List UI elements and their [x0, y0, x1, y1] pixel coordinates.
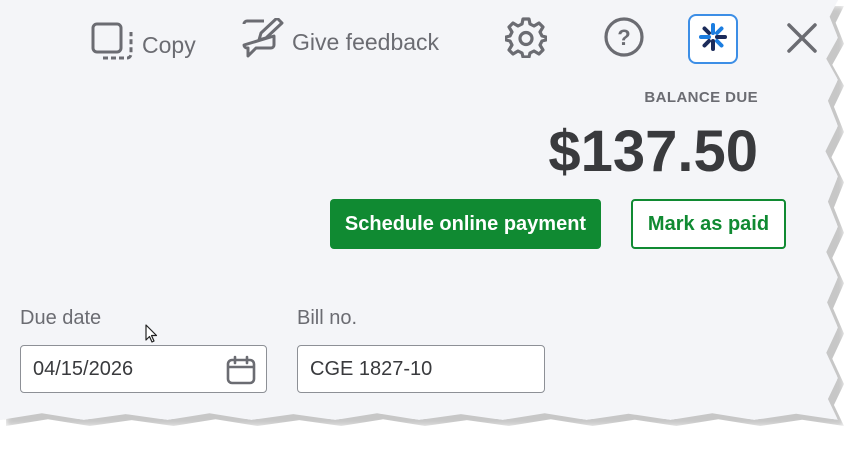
copy-button[interactable]: Copy — [90, 21, 196, 69]
bill-no-label: Bill no. — [297, 307, 358, 329]
due-date-input[interactable] — [33, 357, 213, 381]
give-feedback-button[interactable]: Give feedback — [240, 16, 440, 66]
help-icon: ? — [603, 16, 645, 63]
mouse-cursor-icon — [145, 324, 159, 349]
close-button[interactable] — [784, 22, 820, 58]
due-date-field[interactable] — [20, 345, 267, 393]
assistant-icon — [698, 22, 728, 57]
assistant-button[interactable] — [688, 14, 738, 64]
balance-due-amount: $137.50 — [548, 119, 758, 184]
bill-panel: Copy Give feedback ? BALANCE DUE $137.50… — [0, 0, 838, 420]
schedule-online-payment-button[interactable]: Schedule online payment — [330, 199, 601, 249]
bill-no-input[interactable] — [310, 357, 490, 381]
balance-due-label: BALANCE DUE — [644, 89, 758, 106]
copy-label: Copy — [142, 31, 196, 58]
feedback-label: Give feedback — [292, 28, 440, 55]
settings-button[interactable] — [504, 16, 548, 63]
close-icon — [785, 21, 819, 60]
copy-icon — [90, 21, 134, 69]
mark-as-paid-button[interactable]: Mark as paid — [631, 199, 786, 249]
svg-text:?: ? — [617, 25, 630, 50]
feedback-icon — [240, 16, 284, 66]
help-button[interactable]: ? — [603, 16, 645, 63]
due-date-label: Due date — [20, 307, 102, 329]
bill-no-field[interactable] — [297, 345, 545, 393]
calendar-icon[interactable] — [226, 355, 256, 391]
gear-icon — [504, 16, 548, 63]
